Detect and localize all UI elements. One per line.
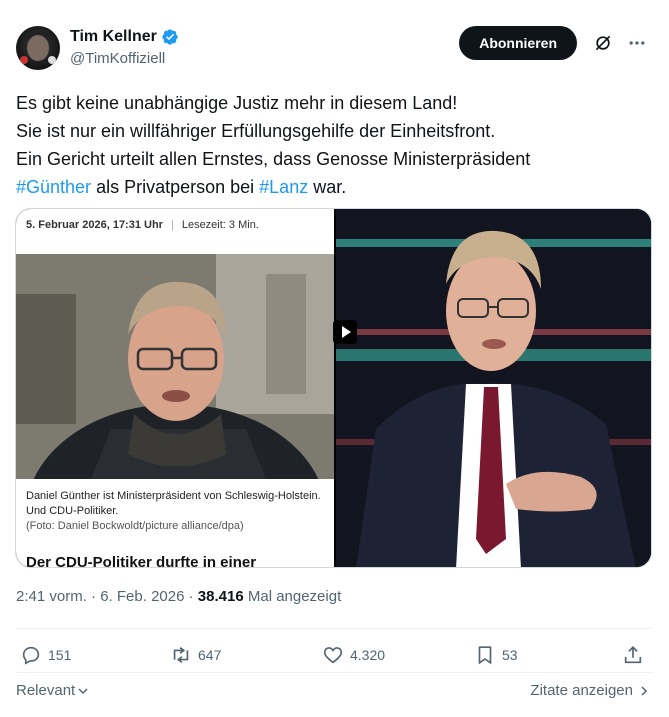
caption-credit: (Foto: Daniel Bockwoldt/picture alliance… xyxy=(26,520,244,532)
article-reading-time: Lesezeit: 3 Min. xyxy=(181,219,259,231)
bookmark-button[interactable]: 53 xyxy=(474,644,518,666)
like-button[interactable]: 4.320 xyxy=(322,644,385,666)
relevant-sort-dropdown[interactable]: Relevant xyxy=(16,682,89,699)
repost-count: 647 xyxy=(198,647,222,663)
bookmark-icon xyxy=(478,646,492,665)
verified-badge-icon xyxy=(162,29,178,45)
tweet-text-end: war. xyxy=(308,177,347,197)
share-button[interactable] xyxy=(622,644,644,666)
chevron-down-icon xyxy=(78,687,88,694)
quotes-label: Zitate anzeigen xyxy=(530,682,633,699)
like-icon xyxy=(323,647,343,664)
repost-button[interactable]: 647 xyxy=(170,644,221,666)
tweet-actions: 151 647 4.320 53 xyxy=(16,644,653,668)
hashtag-guenther-link[interactable]: #Günther xyxy=(16,177,91,197)
author-handle[interactable]: @TimKoffiziell xyxy=(70,49,179,69)
meta-separator-1: · xyxy=(86,588,101,605)
divider-bottom xyxy=(16,672,653,673)
tweet-line-2: Sie ist nur ein willfähriger Erfüllungsg… xyxy=(16,121,496,141)
tweet-line-1: Es gibt keine unabhängige Justiz mehr in… xyxy=(16,93,458,113)
view-count-label: Mal angezeigt xyxy=(243,588,342,605)
reply-button[interactable]: 151 xyxy=(20,644,71,666)
more-icon[interactable] xyxy=(627,33,647,53)
view-count: 38.416 xyxy=(197,588,244,605)
relevant-label: Relevant xyxy=(16,682,76,699)
bookmark-count: 53 xyxy=(502,647,518,663)
author-block: Tim Kellner @TimKoffiziell xyxy=(70,27,179,69)
grok-icon[interactable] xyxy=(593,33,613,53)
article-date: 5. Februar 2026, 17:31 Uhr xyxy=(26,219,163,231)
article-meta-separator: | xyxy=(170,219,174,231)
follow-button[interactable]: Abonnieren xyxy=(459,26,577,60)
caption-text: Daniel Günther ist Ministerpräsident von… xyxy=(26,490,321,517)
play-icon[interactable] xyxy=(333,320,357,344)
tweet-timestamp: 2:41 vorm. · 6. Feb. 2026 · 38.416 Mal a… xyxy=(16,588,341,605)
chevron-right-icon xyxy=(641,685,648,696)
article-headline: Der CDU-Politiker durfte in einer xyxy=(26,554,257,568)
view-quotes-link[interactable]: Zitate anzeigen xyxy=(530,682,649,699)
author-display-name[interactable]: Tim Kellner xyxy=(70,27,179,47)
article-photo xyxy=(16,254,334,479)
tweet-text: Es gibt keine unabhängige Justiz mehr in… xyxy=(16,89,646,201)
tweet-time-link[interactable]: 2:41 vorm. xyxy=(16,588,87,605)
tweet-date-link[interactable]: 6. Feb. 2026 xyxy=(100,588,184,605)
tweet-header: Tim Kellner @TimKoffiziell Abonnieren xyxy=(16,24,653,74)
hashtag-lanz-link[interactable]: #Lanz xyxy=(259,177,308,197)
reply-count: 151 xyxy=(48,647,72,663)
divider-top xyxy=(16,628,653,629)
article-caption: Daniel Günther ist Ministerpräsident von… xyxy=(26,489,326,534)
repost-icon xyxy=(173,647,189,663)
display-name-text[interactable]: Tim Kellner xyxy=(70,27,157,47)
avatar[interactable] xyxy=(16,26,60,70)
article-meta: 5. Februar 2026, 17:31 Uhr | Lesezeit: 3 M… xyxy=(26,219,259,231)
like-count: 4.320 xyxy=(350,647,386,663)
meta-separator-2: · xyxy=(184,588,198,605)
tweet-footer: Relevant Zitate anzeigen xyxy=(16,682,653,702)
share-icon xyxy=(624,646,642,664)
reply-icon xyxy=(22,646,40,665)
tweet-line-3: Ein Gericht urteilt allen Ernstes, dass … xyxy=(16,149,531,169)
video-thumbnail[interactable] xyxy=(336,209,651,567)
article-screenshot-image[interactable]: 5. Februar 2026, 17:31 Uhr | Lesezeit: 3 M… xyxy=(16,209,334,568)
tweet-line-4: #Günther als Privatperson bei #Lanz war. xyxy=(16,173,646,201)
tweet-text-mid: als Privatperson bei xyxy=(91,177,260,197)
tweet-media[interactable]: 5. Februar 2026, 17:31 Uhr | Lesezeit: 3 M… xyxy=(15,208,652,568)
